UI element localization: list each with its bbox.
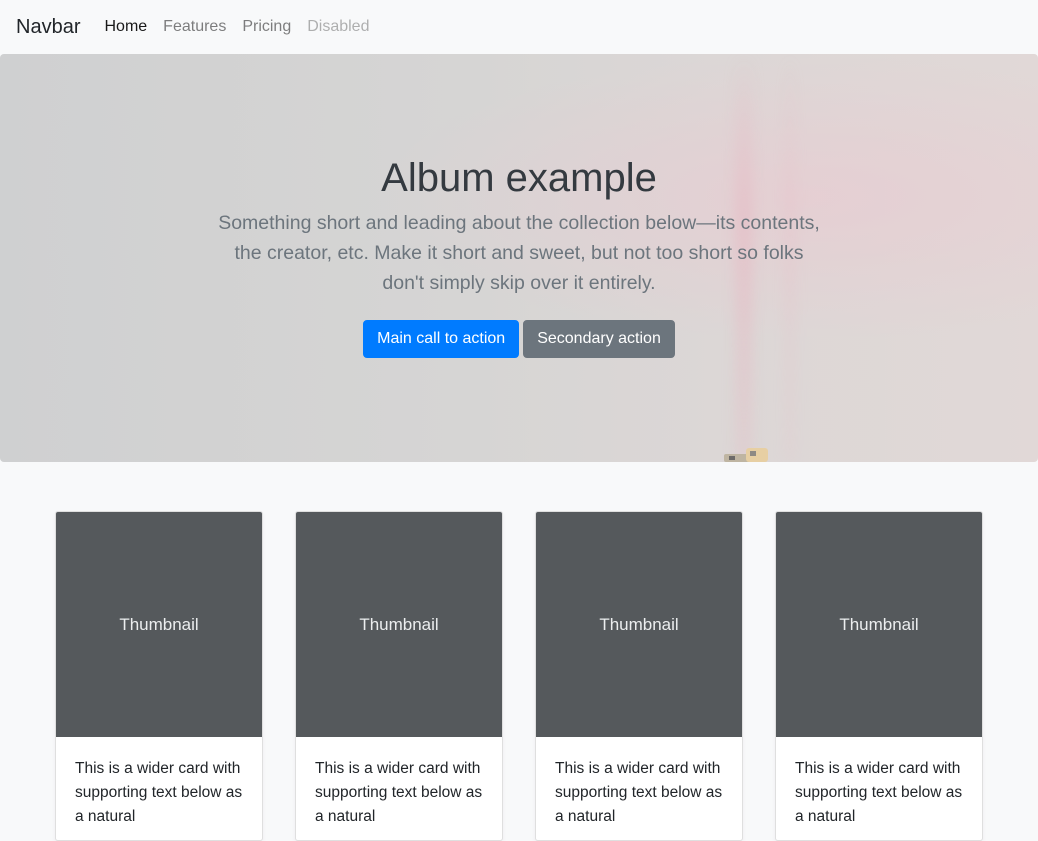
card-text: This is a wider card with supporting tex… [555, 760, 723, 825]
hero-jumbotron: Album example Something short and leadin… [0, 54, 1038, 462]
nav-link-pricing[interactable]: Pricing [242, 19, 291, 35]
hero-title: Album example [381, 156, 657, 200]
secondary-action-button[interactable]: Secondary action [523, 320, 675, 358]
navbar-brand[interactable]: Navbar [16, 17, 80, 37]
album-card: Thumbnail This is a wider card with supp… [295, 511, 503, 841]
nav-link-features[interactable]: Features [163, 19, 226, 35]
card-text: This is a wider card with supporting tex… [75, 760, 243, 825]
card-thumbnail[interactable]: Thumbnail [536, 512, 742, 737]
card-text: This is a wider card with supporting tex… [795, 760, 963, 825]
nav-link-disabled: Disabled [307, 18, 370, 35]
card-thumbnail[interactable]: Thumbnail [776, 512, 982, 737]
hero-decorative-figure [724, 448, 768, 462]
thumbnail-label: Thumbnail [119, 614, 199, 634]
main-call-to-action-button[interactable]: Main call to action [363, 320, 520, 358]
album-card: Thumbnail This is a wider card with supp… [775, 511, 983, 841]
card-text: This is a wider card with supporting tex… [315, 760, 483, 825]
card-thumbnail[interactable]: Thumbnail [296, 512, 502, 737]
hero-content: Album example Something short and leadin… [0, 54, 1038, 462]
hero-lead-text: Something short and leading about the co… [218, 212, 820, 294]
thumbnail-label: Thumbnail [359, 614, 439, 634]
nav-link-home[interactable]: Home [104, 19, 147, 35]
thumbnail-label: Thumbnail [599, 614, 679, 634]
hero-button-group: Main call to action Secondary action [0, 320, 1038, 358]
card-thumbnail[interactable]: Thumbnail [56, 512, 262, 737]
album-card: Thumbnail This is a wider card with supp… [55, 511, 263, 841]
thumbnail-label: Thumbnail [839, 614, 919, 634]
album-card: Thumbnail This is a wider card with supp… [535, 511, 743, 841]
navbar: Navbar Home Features Pricing Disabled [0, 0, 1038, 54]
